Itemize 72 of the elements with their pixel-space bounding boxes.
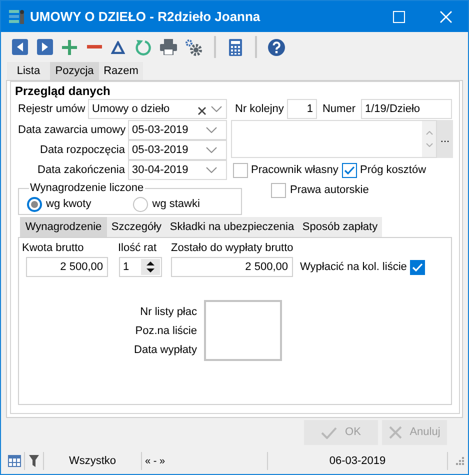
tab[interactable]: Składki na ubezpieczenia — [166, 217, 298, 237]
back-icon[interactable] — [12, 39, 28, 55]
tab[interactable]: Lista — [7, 62, 50, 80]
browse-button[interactable]: ... — [437, 120, 453, 158]
refresh-icon[interactable] — [135, 38, 152, 56]
radio-button[interactable] — [133, 196, 148, 212]
radio-label: wg stawki — [152, 196, 200, 212]
app-icon — [9, 9, 24, 24]
close-icon — [388, 426, 402, 439]
help-icon[interactable] — [268, 38, 285, 56]
installments-field[interactable]: 1 — [119, 257, 162, 277]
field-label: Data wypłaty — [134, 343, 197, 358]
checkbox[interactable] — [342, 162, 357, 178]
checkbox[interactable] — [410, 260, 425, 274]
checkbox[interactable] — [233, 162, 248, 178]
field-label: Rejestr umów — [18, 102, 86, 117]
navigation-text: « - » — [145, 454, 166, 468]
radio-button[interactable] — [27, 196, 42, 212]
sequence-field[interactable]: 1 — [287, 99, 317, 119]
tab[interactable]: Sposób zapłaty — [298, 217, 382, 237]
chevron-icon[interactable] — [206, 147, 217, 153]
checkbox-label: Próg kosztów — [360, 162, 426, 178]
chevron-icon[interactable] — [211, 106, 222, 112]
date-field[interactable]: 30-04-2019 — [128, 160, 227, 180]
checkbox[interactable] — [271, 182, 286, 198]
chevron-icon[interactable] — [206, 127, 217, 133]
triangle-icon[interactable] — [111, 40, 125, 54]
register-dropdown[interactable]: Umowy o dzieło — [88, 99, 227, 119]
field-label: Nr kolejny — [234, 102, 285, 117]
printer-icon[interactable] — [160, 39, 177, 55]
field-label: Zostało do wypłaty brutto — [171, 242, 294, 255]
amount-field[interactable]: 2 500,00 — [26, 257, 108, 277]
field-label: Kwota brutto — [22, 242, 85, 255]
chevron-icon[interactable] — [206, 167, 217, 173]
status-date: 06-03-2019 — [328, 454, 387, 469]
checkbox-label: Prawa autorskie — [290, 182, 369, 198]
gears-icon[interactable] — [185, 38, 202, 56]
field-label: Poz.na liście — [135, 324, 197, 339]
amount-field[interactable]: 2 500,00 — [171, 257, 293, 277]
field-label: Data zakończenia — [36, 162, 126, 178]
radio-label: wg kwoty — [46, 196, 92, 212]
clear-icon[interactable] — [198, 106, 206, 114]
field-label: Numer — [321, 102, 356, 117]
date-field[interactable]: 05-03-2019 — [128, 120, 227, 140]
resize-grip-icon[interactable] — [456, 457, 464, 465]
minus-icon[interactable] — [87, 45, 102, 49]
tab[interactable]: Razem — [99, 62, 143, 80]
field-label: Nr listy płac — [140, 305, 197, 320]
status-text: Wszystko — [68, 454, 118, 469]
close-icon[interactable] — [440, 10, 452, 22]
number-field[interactable]: 1/19/Dzieło — [361, 99, 452, 119]
field-label: Data rozpoczęcia — [39, 142, 126, 158]
grid-icon[interactable] — [8, 455, 21, 467]
plus-icon[interactable] — [62, 40, 77, 54]
checkbox-label: Pracownik własny — [251, 162, 340, 178]
tab[interactable]: Wynagrodzenie — [20, 217, 107, 237]
checkbox-label: Wypłacić na kol. liście — [300, 260, 407, 275]
group-title: Przegląd danych — [15, 86, 112, 97]
tab[interactable]: Szczegóły — [107, 217, 166, 237]
field-label: Ilość rat — [118, 242, 158, 255]
group-title: Wynagrodzenie liczone — [29, 182, 145, 194]
date-field[interactable]: 05-03-2019 — [128, 140, 227, 160]
field-label: Data zawarcia umowy — [18, 122, 127, 138]
calculator-icon[interactable] — [229, 38, 242, 56]
notes-field[interactable] — [231, 120, 437, 158]
forward-icon[interactable] — [37, 39, 53, 55]
tab[interactable]: Pozycja — [50, 62, 99, 80]
filter-icon[interactable] — [29, 455, 39, 467]
spin-buttons[interactable] — [141, 259, 160, 275]
maximize-icon[interactable] — [393, 10, 405, 22]
window-title: UMOWY O DZIEŁO - R2dzieło Joanna — [30, 8, 260, 26]
check-icon — [321, 426, 338, 438]
